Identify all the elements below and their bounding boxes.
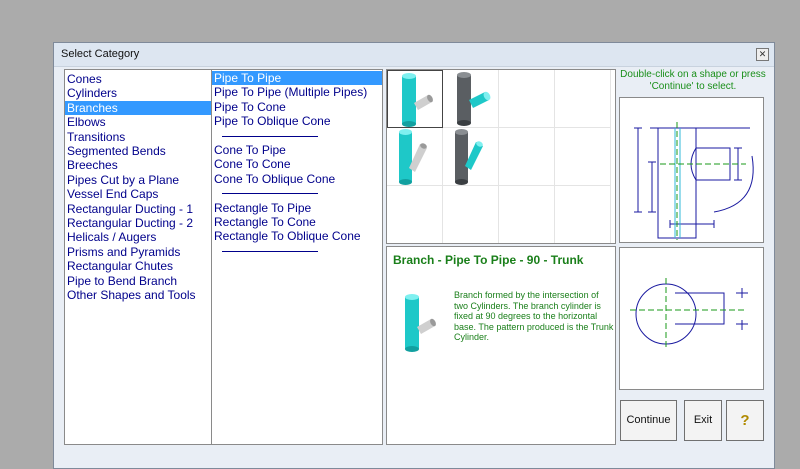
category-list[interactable]: Cones Cylinders Branches Elbows Transitions S… bbox=[64, 69, 212, 445]
shape-thumbnail-3[interactable] bbox=[387, 128, 443, 186]
plan-drawing bbox=[619, 247, 764, 390]
shape-thumbnail-4[interactable] bbox=[443, 128, 499, 186]
shape-thumbnail-grid bbox=[386, 69, 616, 244]
subtype-list[interactable]: Pipe To Pipe Pipe To Pipe (Multiple Pipes… bbox=[211, 69, 383, 445]
list-separator bbox=[212, 186, 382, 200]
subtype-item[interactable]: Pipe To Pipe (Multiple Pipes) bbox=[212, 85, 382, 99]
category-item[interactable]: Segmented Bends bbox=[65, 144, 211, 158]
title-bar: Select Category ✕ bbox=[54, 43, 774, 67]
shape-thumbnail-empty-8 bbox=[555, 186, 611, 243]
category-item[interactable]: Rectangular Chutes bbox=[65, 259, 211, 273]
pipe-angled-cyan-icon bbox=[399, 129, 427, 185]
selection-hint: Double-click on a shape or press 'Contin… bbox=[620, 69, 766, 92]
pipe-branch-gray-icon bbox=[457, 72, 491, 126]
help-button[interactable]: ? bbox=[726, 400, 764, 441]
category-item[interactable]: Rectangular Ducting - 1 bbox=[65, 202, 211, 216]
branch-preview-icon bbox=[405, 294, 436, 352]
category-item[interactable]: Transitions bbox=[65, 130, 211, 144]
shape-thumbnail-2[interactable] bbox=[443, 70, 499, 128]
select-category-dialog: Select Category ✕ Cones Cylinders Branches… bbox=[53, 42, 775, 469]
shape-thumbnail-empty-4 bbox=[555, 128, 611, 186]
subtype-item[interactable]: Pipe To Oblique Cone bbox=[212, 114, 382, 128]
close-icon[interactable]: ✕ bbox=[756, 48, 769, 61]
description-panel: Branch - Pipe To Pipe - 90 - Trunk Branc… bbox=[386, 246, 616, 445]
category-item[interactable]: Rectangular Ducting - 2 bbox=[65, 216, 211, 230]
subtype-item[interactable]: Cone To Cone bbox=[212, 157, 382, 171]
exit-button[interactable]: Exit bbox=[684, 400, 722, 441]
category-item[interactable]: Breeches bbox=[65, 158, 211, 172]
shape-description: Branch formed by the intersection of two… bbox=[454, 290, 614, 342]
category-item[interactable]: Vessel End Caps bbox=[65, 187, 211, 201]
question-icon: ? bbox=[740, 412, 750, 429]
category-item[interactable]: Cylinders bbox=[65, 86, 211, 100]
shape-thumbnail-empty-3 bbox=[499, 128, 555, 186]
shape-thumbnail-empty-6 bbox=[443, 186, 499, 243]
shape-thumbnail-empty-1 bbox=[499, 70, 555, 128]
category-item[interactable]: Pipes Cut by a Plane bbox=[65, 173, 211, 187]
continue-button[interactable]: Continue bbox=[620, 400, 677, 441]
list-separator bbox=[212, 244, 382, 258]
subtype-item[interactable]: Cone To Pipe bbox=[212, 143, 382, 157]
shape-thumbnail-empty-2 bbox=[555, 70, 611, 128]
pipe-branch-cyan-icon bbox=[402, 73, 433, 127]
subtype-item[interactable]: Rectangle To Pipe bbox=[212, 201, 382, 215]
category-item[interactable]: Elbows bbox=[65, 115, 211, 129]
pipe-angled-gray-icon bbox=[455, 129, 483, 185]
shape-thumbnail-empty-5 bbox=[387, 186, 443, 243]
category-item[interactable]: Cones bbox=[65, 72, 211, 86]
category-item[interactable]: Helicals / Augers bbox=[65, 230, 211, 244]
subtype-item[interactable]: Pipe To Pipe bbox=[212, 71, 382, 86]
category-item[interactable]: Branches bbox=[65, 100, 211, 116]
category-item[interactable]: Prisms and Pyramids bbox=[65, 245, 211, 259]
shape-thumbnail-1[interactable] bbox=[387, 70, 443, 128]
subtype-item[interactable]: Rectangle To Cone bbox=[212, 215, 382, 229]
category-item[interactable]: Other Shapes and Tools bbox=[65, 288, 211, 302]
subtype-item[interactable]: Rectangle To Oblique Cone bbox=[212, 229, 382, 243]
shape-thumbnail-empty-7 bbox=[499, 186, 555, 243]
list-separator bbox=[212, 129, 382, 143]
subtype-item[interactable]: Cone To Oblique Cone bbox=[212, 172, 382, 186]
dialog-title: Select Category bbox=[61, 48, 140, 60]
shape-title: Branch - Pipe To Pipe - 90 - Trunk bbox=[393, 253, 584, 267]
subtype-item[interactable]: Pipe To Cone bbox=[212, 100, 382, 114]
category-item[interactable]: Pipe to Bend Branch bbox=[65, 274, 211, 288]
elevation-drawing bbox=[619, 97, 764, 243]
